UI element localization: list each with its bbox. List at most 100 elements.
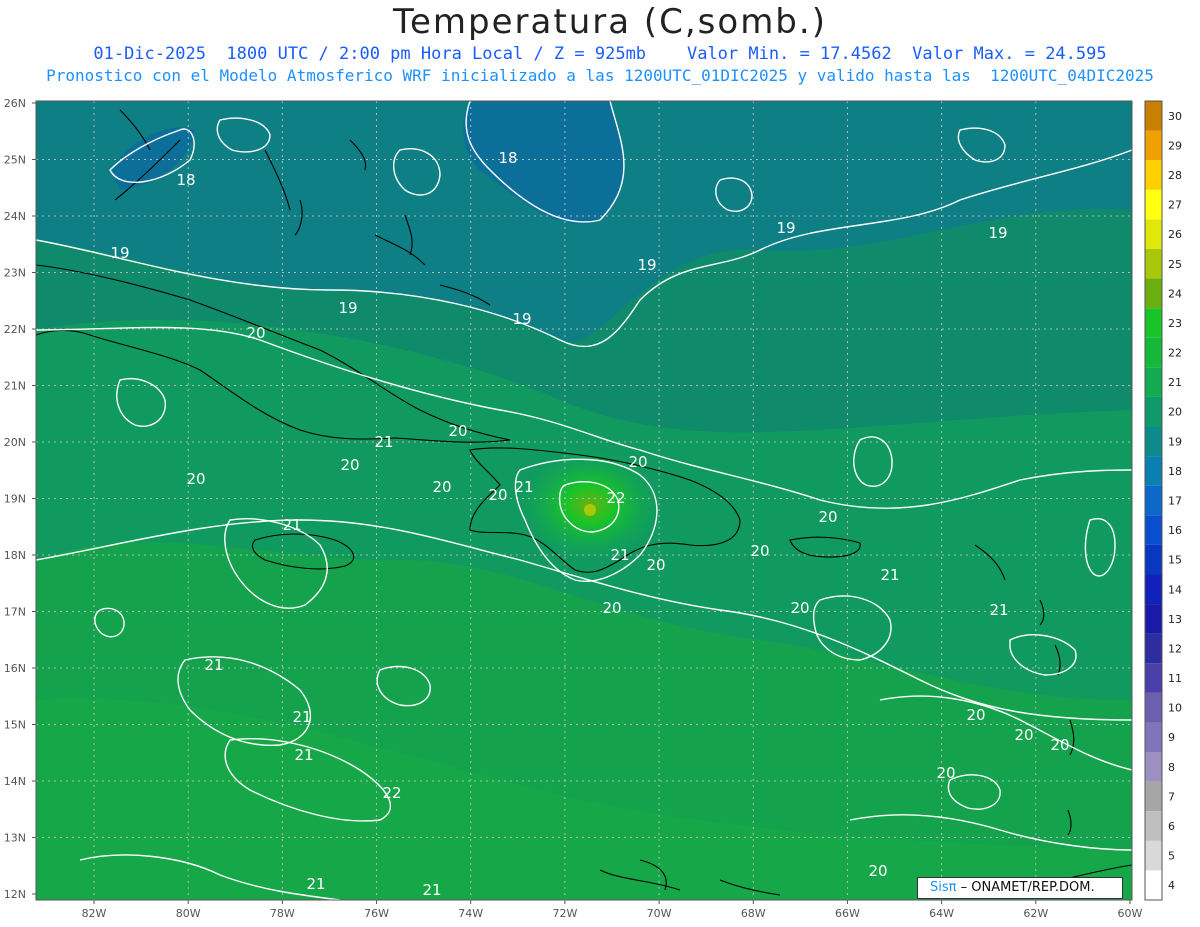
contour-label: 20 bbox=[868, 862, 887, 880]
colorbar-swatch bbox=[1145, 840, 1162, 871]
contour-label: 19 bbox=[512, 310, 531, 328]
lon-tick-label: 70W bbox=[647, 907, 672, 920]
lon-tick-label: 72W bbox=[552, 907, 577, 920]
plot-area: 18 18 19 19 19 19 19 19 20 20 20 20 20 20 20 20 20 20 20 20… bbox=[36, 101, 1132, 900]
contour-label: 21 bbox=[306, 875, 325, 893]
contour-label: 20 bbox=[488, 486, 507, 504]
colorbar-label: 11 bbox=[1168, 672, 1182, 685]
colorbar-label: 9 bbox=[1168, 731, 1175, 744]
colorbar-label: 28 bbox=[1168, 169, 1182, 182]
colorbar-swatch bbox=[1145, 811, 1162, 841]
colorbar-swatch bbox=[1145, 308, 1162, 338]
colorbar-label: 30 bbox=[1168, 110, 1182, 123]
colorbar-label: 18 bbox=[1168, 465, 1182, 478]
colorbar-swatch bbox=[1145, 278, 1162, 309]
contour-label: 20 bbox=[790, 599, 809, 617]
colorbar-label: 7 bbox=[1168, 790, 1175, 803]
colorbar-swatch bbox=[1145, 160, 1162, 190]
colorbar-label: 21 bbox=[1168, 376, 1182, 389]
contour-label: 20 bbox=[750, 542, 769, 560]
lat-tick-label: 16N bbox=[4, 662, 26, 675]
colorbar-label: 6 bbox=[1168, 820, 1175, 833]
colorbar-label: 13 bbox=[1168, 613, 1182, 626]
credit-separator: – bbox=[956, 880, 972, 895]
colorbar: 4 5 6 7 8 9 10 11 12 13 14 15 16 17 18 19 20 21 22 23 24 25 26… bbox=[1144, 100, 1182, 901]
lat-tick-label: 18N bbox=[4, 549, 26, 562]
contour-label: 20 bbox=[818, 508, 837, 526]
colorbar-swatch bbox=[1145, 219, 1162, 249]
lat-tick-label: 22N bbox=[4, 323, 26, 336]
contour-label: 20 bbox=[340, 456, 359, 474]
colorbar-swatch bbox=[1145, 781, 1162, 812]
contour-label: 21 bbox=[374, 433, 393, 451]
colorbar-label: 22 bbox=[1168, 347, 1182, 360]
colorbar-swatch bbox=[1145, 752, 1162, 782]
contour-label: 22 bbox=[382, 784, 401, 802]
colorbar-label: 8 bbox=[1168, 761, 1175, 774]
colorbar-swatch bbox=[1145, 515, 1162, 545]
contour-label: 20 bbox=[936, 764, 955, 782]
contour-label: 21 bbox=[610, 546, 629, 564]
lat-tick-label: 23N bbox=[4, 267, 26, 280]
colorbar-swatch bbox=[1145, 189, 1162, 220]
colorbar-label: 14 bbox=[1168, 583, 1182, 596]
lon-tick-label: 64W bbox=[929, 907, 954, 920]
colorbar-swatch bbox=[1145, 130, 1162, 161]
lat-tick-label: 26N bbox=[4, 97, 26, 110]
colorbar-swatch bbox=[1145, 485, 1162, 516]
lon-tick-label: 74W bbox=[458, 907, 483, 920]
contour-label: 21 bbox=[292, 708, 311, 726]
contour-label: 21 bbox=[989, 601, 1008, 619]
lat-tick-label: 13N bbox=[4, 832, 26, 845]
colorbar-label: 25 bbox=[1168, 258, 1182, 271]
lon-tick-label: 60W bbox=[1118, 907, 1143, 920]
longitude-axis: 82W 80W 78W 76W 74W 72W 70W 68W 66W 64W 62W 60W bbox=[82, 900, 1143, 920]
colorbar-swatch bbox=[1145, 248, 1162, 279]
contour-label: 20 bbox=[646, 556, 665, 574]
colorbar-label: 4 bbox=[1168, 879, 1175, 892]
lat-tick-label: 14N bbox=[4, 775, 26, 788]
contour-label: 19 bbox=[338, 299, 357, 317]
contour-label: 20 bbox=[628, 453, 647, 471]
lon-tick-label: 82W bbox=[82, 907, 107, 920]
colorbar-swatch bbox=[1145, 574, 1162, 605]
colorbar-swatch bbox=[1145, 604, 1162, 634]
lat-tick-label: 19N bbox=[4, 493, 26, 506]
colorbar-label: 15 bbox=[1168, 554, 1182, 567]
colorbar-label: 24 bbox=[1168, 287, 1182, 300]
contour-label: 20 bbox=[246, 324, 265, 342]
contour-label: 21 bbox=[204, 656, 223, 674]
contour-label: 21 bbox=[294, 746, 313, 764]
contour-label: 20 bbox=[1050, 736, 1069, 754]
colorbar-label: 10 bbox=[1168, 702, 1182, 715]
colorbar-swatch bbox=[1145, 456, 1162, 486]
lon-tick-label: 66W bbox=[835, 907, 860, 920]
colorbar-swatch bbox=[1145, 101, 1162, 131]
colorbar-label: 29 bbox=[1168, 139, 1182, 152]
lon-tick-label: 78W bbox=[270, 907, 295, 920]
latitude-axis: 26N 25N 24N 23N 22N 21N 20N 19N 18N 17N 16N 15N 14N 1… bbox=[4, 97, 36, 901]
contour-label: 21 bbox=[514, 478, 533, 496]
contour-label: 18 bbox=[176, 171, 195, 189]
colorbar-label: 23 bbox=[1168, 317, 1182, 330]
lon-tick-label: 68W bbox=[741, 907, 766, 920]
credit-box: Sisπ – ONAMET/REP.DOM. bbox=[917, 877, 1123, 899]
contour-label: 20 bbox=[186, 470, 205, 488]
temperature-map: 18 18 19 19 19 19 19 19 20 20 20 20 20 20 20 20 20 20 20 20… bbox=[4, 97, 1182, 920]
contour-label: 22 bbox=[606, 489, 625, 507]
contour-label: 20 bbox=[432, 478, 451, 496]
contour-label: 19 bbox=[988, 224, 1007, 242]
colorbar-swatch bbox=[1145, 396, 1162, 427]
colorbar-swatch bbox=[1145, 722, 1162, 753]
organization-name: ONAMET/REP.DOM. bbox=[971, 880, 1095, 895]
lon-tick-label: 76W bbox=[364, 907, 389, 920]
colorbar-swatch bbox=[1145, 337, 1162, 368]
contour-label: 21 bbox=[282, 516, 301, 534]
colorbar-swatch bbox=[1145, 663, 1162, 693]
contour-label: 19 bbox=[637, 256, 656, 274]
colorbar-swatch bbox=[1145, 870, 1162, 900]
contour-label: 18 bbox=[498, 149, 517, 167]
lat-tick-label: 20N bbox=[4, 436, 26, 449]
colorbar-label: 5 bbox=[1168, 850, 1175, 863]
contour-label: 20 bbox=[966, 706, 985, 724]
